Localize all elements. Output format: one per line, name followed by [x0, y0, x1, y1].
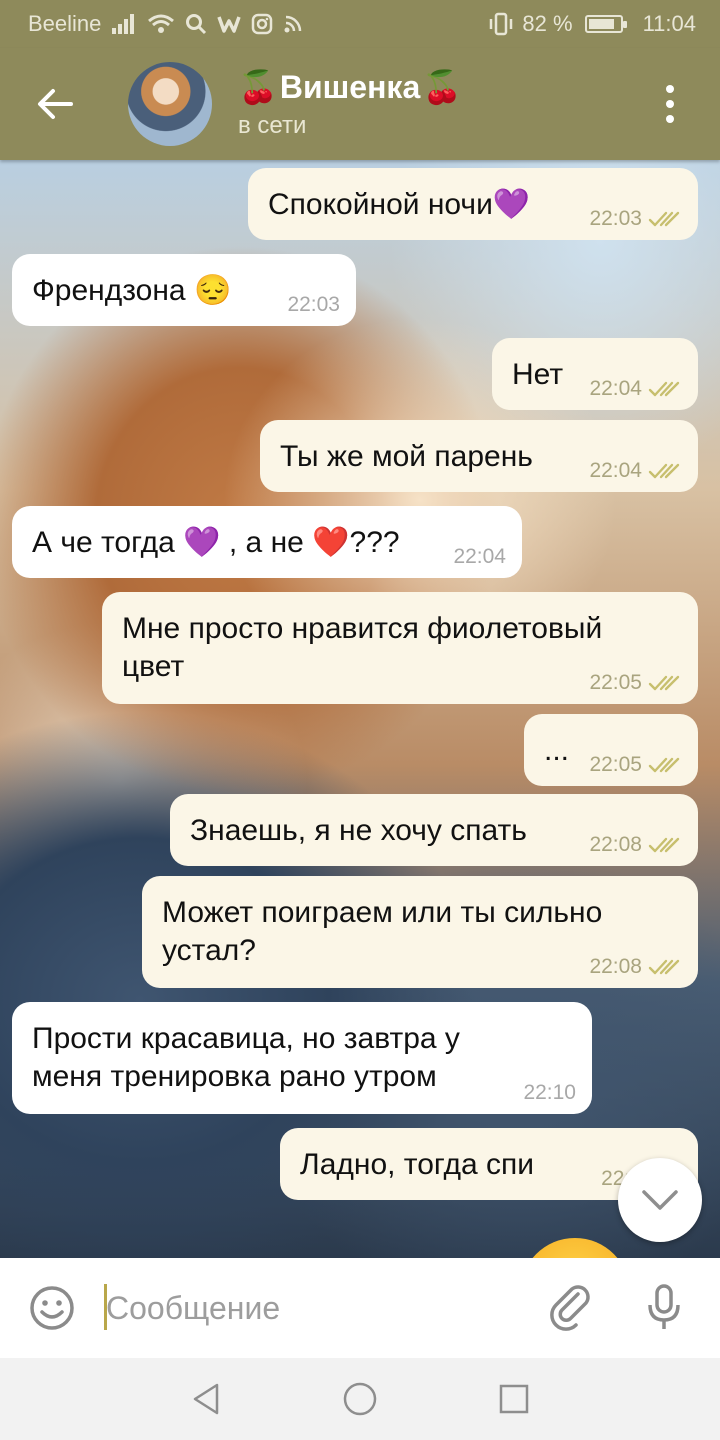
scroll-to-bottom-button[interactable]	[618, 1158, 702, 1242]
battery-percent: 82 %	[522, 11, 573, 36]
read-ticks-icon	[648, 675, 680, 691]
instagram-icon	[251, 12, 273, 36]
message-time: 22:05	[589, 671, 642, 694]
more-menu-button[interactable]	[640, 48, 700, 160]
microphone-icon	[648, 1284, 680, 1329]
w-app-icon	[217, 12, 242, 36]
nav-back-button[interactable]	[184, 1377, 228, 1421]
clock: 11:04	[642, 11, 696, 36]
read-ticks-icon	[648, 211, 680, 227]
outgoing-message[interactable]: Может поиграем или ты сильно устал? 22:08	[142, 876, 698, 988]
rss-icon	[283, 12, 303, 36]
back-button[interactable]	[0, 48, 110, 160]
message-meta: 22:04	[453, 546, 506, 568]
more-vertical-icon	[666, 85, 674, 93]
avatar[interactable]	[128, 62, 212, 146]
chat-title-block[interactable]: 🍒 Вишенка 🍒 в сети	[238, 68, 462, 140]
message-meta: 22:03	[589, 208, 682, 230]
battery-icon	[584, 15, 627, 33]
status-bar: Beeline 82 % 11:04	[0, 0, 720, 48]
outgoing-message[interactable]: Ты же мой парень 22:04	[260, 420, 698, 492]
message-meta: 22:10	[523, 1082, 576, 1104]
outgoing-message[interactable]: Спокойной ночи💜 22:03	[248, 168, 698, 240]
emoji-button[interactable]	[0, 1258, 104, 1358]
carrier-label: Beeline	[28, 11, 102, 36]
message-composer	[0, 1258, 720, 1358]
nav-home-icon	[343, 1382, 377, 1416]
read-ticks-icon	[648, 757, 680, 773]
nav-home-button[interactable]	[338, 1377, 382, 1421]
message-input[interactable]	[104, 1289, 526, 1327]
message-meta: 22:05	[589, 672, 682, 694]
incoming-message[interactable]: Прости красавица, но завтра у меня трени…	[12, 1002, 592, 1114]
paperclip-icon	[550, 1285, 590, 1331]
system-nav-bar	[0, 1358, 720, 1440]
nav-back-icon	[193, 1383, 219, 1415]
read-ticks-icon	[648, 381, 680, 397]
message-meta: 22:08	[589, 834, 682, 856]
incoming-message[interactable]: А че тогда 💜 , а не ❤️??? 22:04	[12, 506, 522, 578]
message-time: 22:04	[453, 545, 506, 568]
outgoing-message[interactable]: Нет 22:04	[492, 338, 698, 410]
voice-record-button[interactable]	[618, 1258, 710, 1358]
message-time: 22:08	[589, 833, 642, 856]
cherry-emoji: 🍒	[422, 69, 463, 105]
chat-header: 🍒 Вишенка 🍒 в сети	[0, 48, 720, 160]
message-meta: 22:04	[589, 460, 682, 482]
message-time: 22:05	[589, 753, 642, 776]
attach-button[interactable]	[526, 1258, 618, 1358]
wifi-icon	[147, 12, 175, 36]
message-meta: 22:03	[287, 294, 340, 316]
chat-title-text: Вишенка	[279, 68, 421, 105]
outgoing-message[interactable]: Знаешь, я не хочу спать 22:08	[170, 794, 698, 866]
search-icon	[185, 12, 207, 36]
cherry-emoji: 🍒	[238, 69, 278, 105]
text-cursor	[104, 1284, 107, 1330]
outgoing-message[interactable]: ... 22:05	[524, 714, 698, 786]
arrow-left-icon	[38, 89, 73, 119]
read-ticks-icon	[648, 959, 680, 975]
online-status: в сети	[238, 112, 307, 139]
signal-icon	[111, 12, 137, 36]
chevron-down-icon	[642, 1190, 678, 1210]
message-time: 22:04	[589, 377, 642, 400]
message-time: 22:03	[287, 293, 340, 316]
message-text: А че тогда 💜 , а не ❤️???	[32, 526, 400, 559]
message-meta: 22:08	[589, 956, 682, 978]
message-meta: 22:04	[589, 378, 682, 400]
vibrate-icon	[488, 12, 514, 36]
smiley-icon	[30, 1286, 74, 1330]
chat-messages[interactable]: Спокойной ночи💜 22:03 Френдзона 😔 22:03 Нет 2…	[0, 160, 720, 1258]
nav-recents-icon	[499, 1384, 529, 1414]
message-time: 22:04	[589, 459, 642, 482]
read-ticks-icon	[648, 463, 680, 479]
outgoing-message[interactable]: Мне просто нравится фиолетовый цвет 22:05	[102, 592, 698, 704]
incoming-message[interactable]: Френдзона 😔 22:03	[12, 254, 356, 326]
nav-recents-button[interactable]	[492, 1377, 536, 1421]
message-time: 22:03	[589, 207, 642, 230]
message-time: 22:10	[523, 1081, 576, 1104]
read-ticks-icon	[648, 837, 680, 853]
message-text: Прости красавица, но завтра у меня трени…	[32, 1022, 460, 1093]
message-meta: 22:05	[589, 754, 682, 776]
chat-title: 🍒 Вишенка 🍒	[238, 68, 462, 106]
message-time: 22:08	[589, 955, 642, 978]
